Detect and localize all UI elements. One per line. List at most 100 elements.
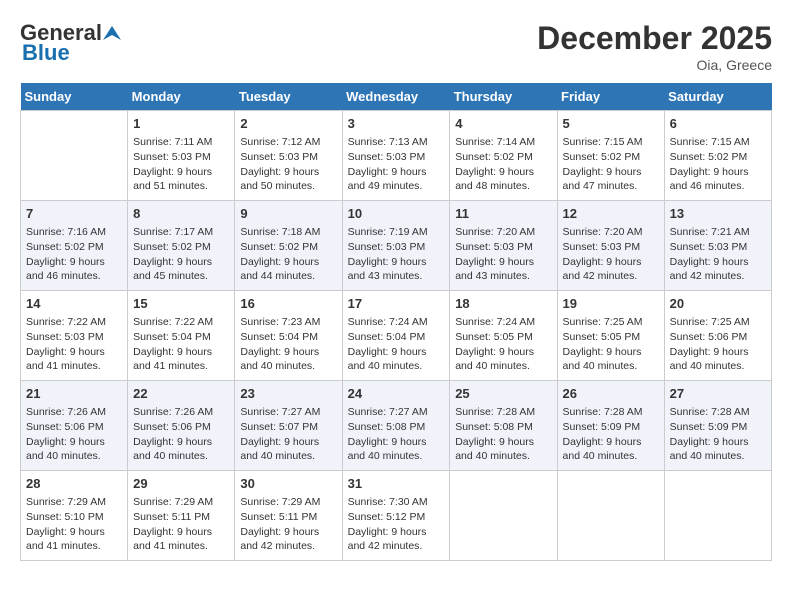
day-info-line: Daylight: 9 hours — [348, 345, 445, 360]
day-number: 21 — [26, 385, 122, 403]
calendar-day-cell: 17 Sunrise: 7:24 AMSunset: 5:04 PMDayligh… — [342, 291, 450, 381]
day-number: 12 — [563, 205, 659, 223]
day-info-line: Sunrise: 7:20 AM — [455, 225, 551, 240]
day-info-line: Sunset: 5:02 PM — [133, 240, 229, 255]
calendar-day-cell: 22Sunrise: 7:26 AMSunset: 5:06 PMDayligh… — [128, 381, 235, 471]
calendar-day-cell: 20Sunrise: 7:25 AMSunset: 5:06 PMDayligh… — [664, 291, 771, 381]
day-number: 26 — [563, 385, 659, 403]
day-info-line: Sunrise: 7:17 AM — [133, 225, 229, 240]
day-number: 22 — [133, 385, 229, 403]
day-info-line: Sunset: 5:05 PM — [455, 330, 551, 345]
logo-bird-icon — [103, 24, 121, 42]
day-info-line: Sunrise: 7:14 AM — [455, 135, 551, 150]
day-info-line: Daylight: 9 hours — [348, 255, 445, 270]
day-info-line: Daylight: 9 hours — [670, 435, 766, 450]
weekday-header-cell: Wednesday — [342, 83, 450, 111]
day-info-line: Sunrise: 7:21 AM — [670, 225, 766, 240]
day-info-line: Daylight: 9 hours — [670, 345, 766, 360]
calendar-day-cell: 23Sunrise: 7:27 AMSunset: 5:07 PMDayligh… — [235, 381, 342, 471]
day-info-line: Sunset: 5:03 PM — [670, 240, 766, 255]
day-info-line: and 40 minutes. — [348, 449, 445, 464]
day-info-line: Sunset: 5:03 PM — [348, 150, 445, 165]
day-info-line: Sunrise: 7:15 AM — [563, 135, 659, 150]
day-info-line: Daylight: 9 hours — [455, 435, 551, 450]
calendar-day-cell: 5Sunrise: 7:15 AMSunset: 5:02 PMDaylight… — [557, 111, 664, 201]
day-number: 14 — [26, 295, 122, 313]
weekday-header-cell: Sunday — [21, 83, 128, 111]
calendar-day-cell: 19Sunrise: 7:25 AMSunset: 5:05 PMDayligh… — [557, 291, 664, 381]
day-number: 25 — [455, 385, 551, 403]
day-info-line: and 40 minutes. — [26, 449, 122, 464]
day-info-line: Daylight: 9 hours — [348, 165, 445, 180]
day-info-line: Daylight: 9 hours — [26, 345, 122, 360]
day-info-line: Sunrise: 7:24 AM — [348, 315, 445, 330]
day-info-line: and 50 minutes. — [240, 179, 336, 194]
day-info-line: and 40 minutes. — [670, 359, 766, 374]
day-info-line: Sunset: 5:03 PM — [240, 150, 336, 165]
day-info-line: Sunset: 5:02 PM — [455, 150, 551, 165]
day-info-line: Sunset: 5:03 PM — [455, 240, 551, 255]
day-info-line: Sunset: 5:07 PM — [240, 420, 336, 435]
day-info-line: Sunrise: 7:29 AM — [26, 495, 122, 510]
day-info-line: Daylight: 9 hours — [563, 255, 659, 270]
calendar-day-cell: 11Sunrise: 7:20 AMSunset: 5:03 PMDayligh… — [450, 201, 557, 291]
day-info-line: Daylight: 9 hours — [133, 165, 229, 180]
day-info-line: Sunset: 5:08 PM — [348, 420, 445, 435]
day-info-line: Sunset: 5:04 PM — [348, 330, 445, 345]
calendar-table: SundayMondayTuesdayWednesdayThursdayFrid… — [20, 83, 772, 561]
day-info-line: Sunrise: 7:13 AM — [348, 135, 445, 150]
day-info-line: Sunset: 5:04 PM — [240, 330, 336, 345]
day-number: 29 — [133, 475, 229, 493]
calendar-day-cell: 30Sunrise: 7:29 AMSunset: 5:11 PMDayligh… — [235, 471, 342, 561]
calendar-week-row: 14Sunrise: 7:22 AMSunset: 5:03 PMDayligh… — [21, 291, 772, 381]
day-info-line: and 40 minutes. — [670, 449, 766, 464]
calendar-day-cell: 27Sunrise: 7:28 AMSunset: 5:09 PMDayligh… — [664, 381, 771, 471]
day-info-line: Daylight: 9 hours — [455, 165, 551, 180]
day-number: 23 — [240, 385, 336, 403]
day-info-line: Sunset: 5:10 PM — [26, 510, 122, 525]
day-info-line: and 43 minutes. — [348, 269, 445, 284]
day-info-line: and 42 minutes. — [348, 539, 445, 554]
calendar-day-cell: 14Sunrise: 7:22 AMSunset: 5:03 PMDayligh… — [21, 291, 128, 381]
day-info-line: Daylight: 9 hours — [348, 525, 445, 540]
logo-blue-text: Blue — [22, 40, 70, 66]
day-info-line: Sunset: 5:02 PM — [670, 150, 766, 165]
calendar-day-cell: 29Sunrise: 7:29 AMSunset: 5:11 PMDayligh… — [128, 471, 235, 561]
weekday-header-cell: Friday — [557, 83, 664, 111]
calendar-body: 1Sunrise: 7:11 AMSunset: 5:03 PMDaylight… — [21, 111, 772, 561]
calendar-week-row: 28Sunrise: 7:29 AMSunset: 5:10 PMDayligh… — [21, 471, 772, 561]
day-info-line: and 45 minutes. — [133, 269, 229, 284]
calendar-day-cell: 7Sunrise: 7:16 AMSunset: 5:02 PMDaylight… — [21, 201, 128, 291]
day-info-line: and 49 minutes. — [348, 179, 445, 194]
day-info-line: Sunrise: 7:27 AM — [348, 405, 445, 420]
day-info-line: Sunset: 5:03 PM — [563, 240, 659, 255]
day-info-line: Sunrise: 7:19 AM — [348, 225, 445, 240]
day-number: 17 — [348, 295, 445, 313]
calendar-day-cell — [557, 471, 664, 561]
calendar-day-cell: 15Sunrise: 7:22 AMSunset: 5:04 PMDayligh… — [128, 291, 235, 381]
day-info-line: and 40 minutes. — [455, 359, 551, 374]
day-info-line: Sunset: 5:12 PM — [348, 510, 445, 525]
day-info-line: and 40 minutes. — [455, 449, 551, 464]
day-info-line: Sunrise: 7:25 AM — [670, 315, 766, 330]
day-info-line: and 40 minutes. — [563, 359, 659, 374]
day-info-line: Sunset: 5:04 PM — [133, 330, 229, 345]
day-info-line: Sunset: 5:02 PM — [563, 150, 659, 165]
day-info-line: Sunrise: 7:29 AM — [240, 495, 336, 510]
day-info-line: Sunset: 5:11 PM — [133, 510, 229, 525]
day-info-line: and 41 minutes. — [133, 359, 229, 374]
calendar-day-cell: 2Sunrise: 7:12 AMSunset: 5:03 PMDaylight… — [235, 111, 342, 201]
day-number: 7 — [26, 205, 122, 223]
day-info-line: Daylight: 9 hours — [133, 435, 229, 450]
day-info-line: Sunset: 5:11 PM — [240, 510, 336, 525]
weekday-header-cell: Thursday — [450, 83, 557, 111]
calendar-day-cell: 25Sunrise: 7:28 AMSunset: 5:08 PMDayligh… — [450, 381, 557, 471]
day-info-line: Sunset: 5:03 PM — [26, 330, 122, 345]
day-info-line: Sunrise: 7:23 AM — [240, 315, 336, 330]
day-info-line: Daylight: 9 hours — [133, 345, 229, 360]
day-info-line: Sunset: 5:02 PM — [26, 240, 122, 255]
day-info-line: and 40 minutes. — [133, 449, 229, 464]
day-info-line: Daylight: 9 hours — [240, 345, 336, 360]
day-info-line: and 41 minutes. — [26, 539, 122, 554]
day-info-line: Sunrise: 7:29 AM — [133, 495, 229, 510]
